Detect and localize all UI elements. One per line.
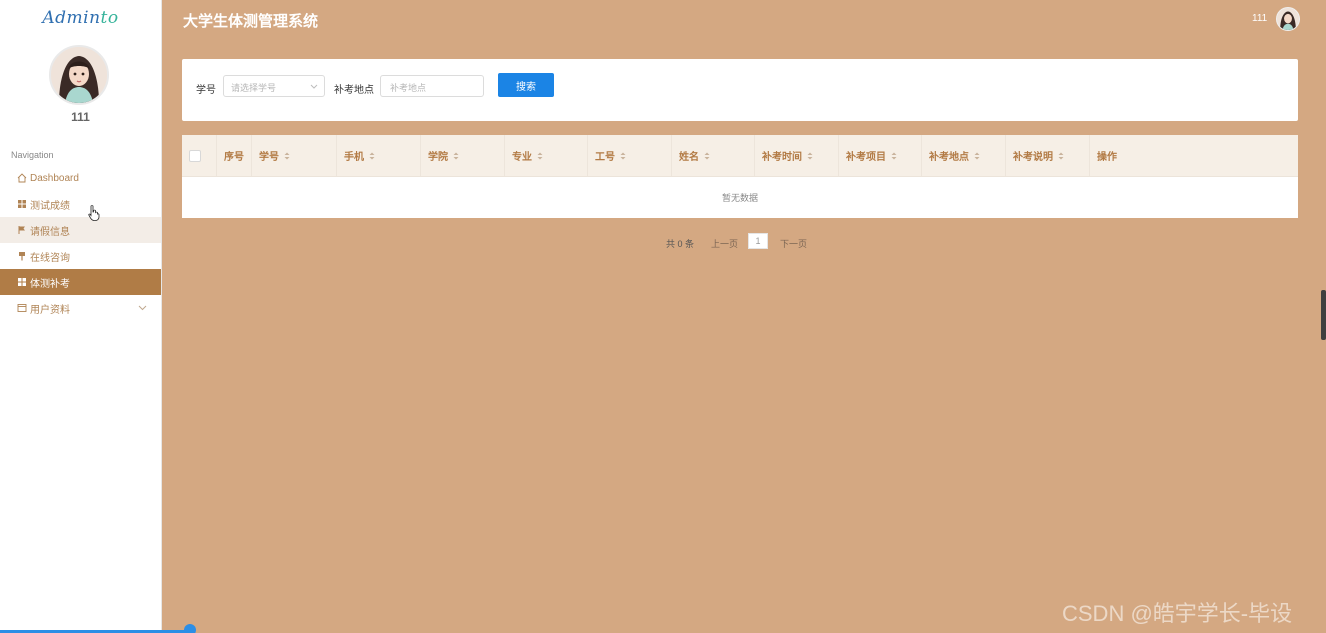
home-icon bbox=[17, 173, 27, 183]
sort-icon[interactable] bbox=[974, 152, 980, 160]
sidebar-item-test-scores[interactable]: 测试成绩 bbox=[0, 191, 161, 217]
location-placeholder: 补考地点 bbox=[390, 83, 427, 93]
sort-icon[interactable] bbox=[537, 152, 543, 160]
column-header-name[interactable]: 姓名 bbox=[672, 135, 755, 176]
select-all-checkbox[interactable] bbox=[189, 149, 201, 162]
page-scrollbar[interactable] bbox=[1321, 290, 1326, 340]
column-header-actions: 操作 bbox=[1097, 152, 1117, 163]
select-all-cell bbox=[182, 135, 217, 176]
sidebar-item-label: 测试成绩 bbox=[30, 200, 70, 212]
brand-logo-main: Admin bbox=[42, 8, 101, 28]
sidebar-item-makeup-test[interactable]: 体测补考 bbox=[0, 269, 161, 295]
sort-icon[interactable] bbox=[891, 152, 897, 160]
grid-icon bbox=[17, 199, 27, 209]
sidebar-item-online-consult[interactable]: 在线咨询 bbox=[0, 243, 161, 269]
brand-logo-accent: to bbox=[100, 8, 119, 28]
brand-logo[interactable]: Adminto bbox=[0, 8, 161, 28]
sidebar-username: 111 bbox=[71, 110, 90, 124]
sidebar-item-leave-info[interactable]: 请假信息 bbox=[0, 217, 161, 243]
column-header-staff-id[interactable]: 工号 bbox=[588, 135, 672, 176]
chevron-down-icon bbox=[310, 82, 318, 92]
location-label: 补考地点 bbox=[334, 85, 374, 96]
column-header-student-id[interactable]: 学号 bbox=[252, 135, 337, 176]
user-avatar-small[interactable] bbox=[1276, 7, 1300, 31]
table-header: 序号 学号 手机 学院 专业 工号 姓名 补考时间 补考项目 补考地点 补考说明… bbox=[182, 135, 1298, 177]
sort-icon[interactable] bbox=[807, 152, 813, 160]
pagination-page-1[interactable]: 1 bbox=[748, 233, 768, 249]
pagination-next-button[interactable]: 下一页 bbox=[780, 237, 807, 250]
mouse-pointer-icon bbox=[88, 205, 100, 221]
column-header-makeup-location[interactable]: 补考地点 bbox=[922, 135, 1006, 176]
grid-icon bbox=[17, 277, 27, 287]
header-username[interactable]: 111 bbox=[1252, 13, 1267, 24]
user-avatar-large bbox=[49, 45, 109, 105]
progress-handle[interactable] bbox=[184, 624, 196, 633]
calendar-icon bbox=[17, 303, 27, 313]
nav-section-title: Navigation bbox=[11, 150, 54, 160]
nav-list: Dashboard 测试成绩 请假信息 在线咨询 体测补考 用户资料 bbox=[0, 165, 161, 321]
column-header-major[interactable]: 专业 bbox=[505, 135, 588, 176]
sidebar-item-label: 请假信息 bbox=[30, 226, 70, 238]
sidebar-item-dashboard[interactable]: Dashboard bbox=[0, 165, 161, 191]
sidebar-item-label: 在线咨询 bbox=[30, 252, 70, 264]
pagination-total: 共 0 条 bbox=[666, 239, 695, 249]
sort-icon[interactable] bbox=[369, 152, 375, 160]
sort-icon[interactable] bbox=[453, 152, 459, 160]
sidebar-item-user-profile[interactable]: 用户资料 bbox=[0, 295, 161, 321]
sort-icon[interactable] bbox=[1058, 152, 1064, 160]
flag-icon bbox=[17, 225, 27, 235]
search-panel: 学号 请选择学号 补考地点 补考地点 搜索 bbox=[182, 59, 1298, 121]
page-title: 大学生体测管理系统 bbox=[183, 13, 319, 30]
watermark-text: CSDN @皓宇学长-毕设 bbox=[1062, 601, 1293, 626]
pin-icon bbox=[17, 251, 27, 261]
data-table: 序号 学号 手机 学院 专业 工号 姓名 补考时间 补考项目 补考地点 补考说明… bbox=[182, 135, 1298, 218]
pagination-prev-button[interactable]: 上一页 bbox=[711, 237, 738, 250]
table-empty-text: 暂无数据 bbox=[721, 192, 758, 203]
student-id-placeholder: 请选择学号 bbox=[231, 83, 277, 93]
sort-icon[interactable] bbox=[284, 152, 290, 160]
column-header-college[interactable]: 学院 bbox=[421, 135, 505, 176]
student-id-select[interactable]: 请选择学号 bbox=[223, 75, 325, 97]
column-header-index: 序号 bbox=[217, 135, 252, 176]
sort-icon[interactable] bbox=[704, 152, 710, 160]
sidebar: Adminto 111 Navigation Dashboard 测试成绩 请假… bbox=[0, 0, 162, 633]
column-header-makeup-item[interactable]: 补考项目 bbox=[839, 135, 922, 176]
sidebar-item-label: Dashboard bbox=[30, 172, 79, 184]
column-header-makeup-note[interactable]: 补考说明 bbox=[1006, 135, 1090, 176]
sort-icon[interactable] bbox=[620, 152, 626, 160]
sidebar-item-label: 用户资料 bbox=[30, 304, 70, 316]
column-header-makeup-time[interactable]: 补考时间 bbox=[755, 135, 839, 176]
sidebar-item-label: 体测补考 bbox=[30, 278, 70, 290]
column-header-phone[interactable]: 手机 bbox=[337, 135, 421, 176]
location-input[interactable]: 补考地点 bbox=[380, 75, 484, 97]
chevron-down-icon[interactable] bbox=[138, 303, 147, 314]
search-button[interactable]: 搜索 bbox=[498, 73, 554, 97]
student-id-label: 学号 bbox=[196, 85, 216, 96]
